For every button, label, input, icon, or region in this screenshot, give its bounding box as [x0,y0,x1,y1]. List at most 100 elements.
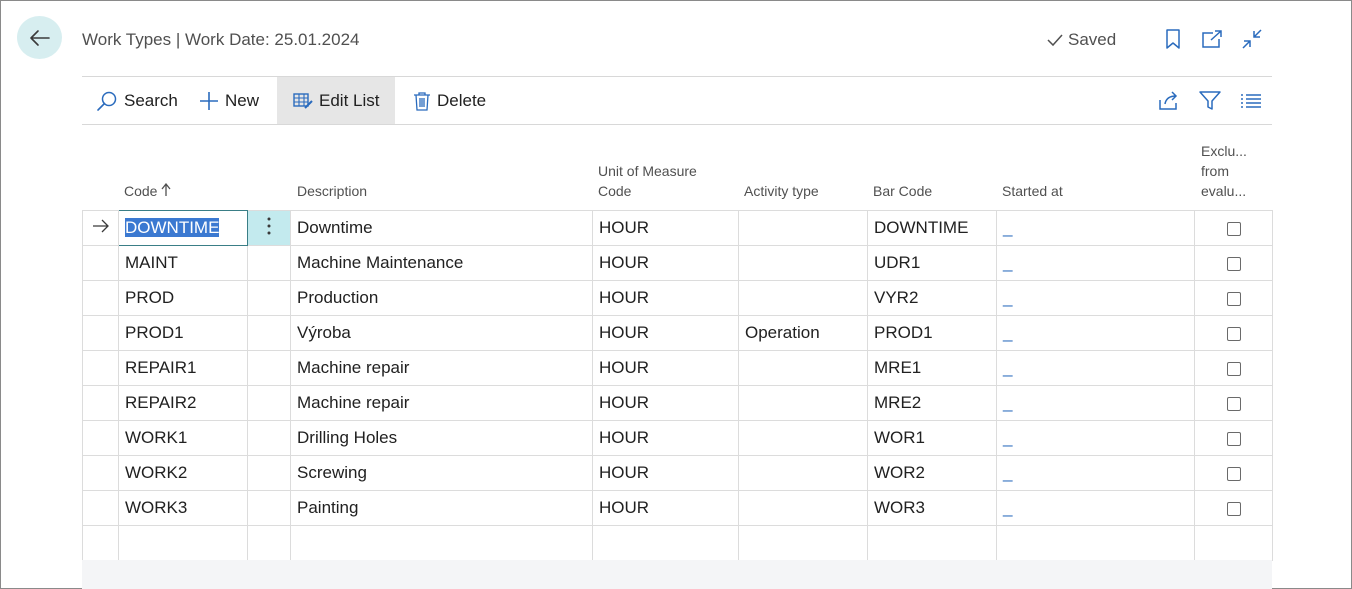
started-at-link[interactable]: _ [1003,498,1012,517]
description-cell[interactable]: Production [290,280,593,316]
started-at-link[interactable]: _ [1003,393,1012,412]
code-cell[interactable]: REPAIR1 [118,350,248,386]
row-selector[interactable] [82,280,119,316]
table-row[interactable]: DOWNTIME Downtime HOUR DOWNTIME _ [82,210,1273,246]
description-cell[interactable]: Machine repair [290,385,593,421]
table-row[interactable]: WORK3 Painting HOUR WOR3 _ [82,490,1273,526]
bar-code-cell[interactable]: PROD1 [867,315,997,351]
activity-type-cell[interactable] [738,210,868,246]
description-cell[interactable]: Painting [290,490,593,526]
bar-code-cell[interactable] [867,525,997,561]
delete-button[interactable]: Delete [413,77,493,124]
excluded-cell[interactable] [1194,245,1273,281]
table-row[interactable]: REPAIR1 Machine repair HOUR MRE1 _ [82,350,1273,386]
activity-type-cell[interactable] [738,280,868,316]
started-at-link[interactable]: _ [1003,428,1012,447]
row-menu-button[interactable] [247,350,291,386]
uom-cell[interactable]: HOUR [592,315,739,351]
uom-cell[interactable]: HOUR [592,420,739,456]
column-header-code[interactable]: Code [124,181,171,201]
uom-cell[interactable]: HOUR [592,455,739,491]
started-at-cell[interactable]: _ [996,385,1195,421]
row-menu-button[interactable] [247,525,291,561]
code-cell[interactable]: WORK1 [118,420,248,456]
bar-code-cell[interactable]: UDR1 [867,245,997,281]
excluded-cell[interactable] [1194,315,1273,351]
excluded-cell[interactable] [1194,385,1273,421]
bookmark-button[interactable] [1161,26,1185,52]
started-at-cell[interactable]: _ [996,420,1195,456]
started-at-cell[interactable]: _ [996,245,1195,281]
code-cell[interactable]: WORK2 [118,455,248,491]
excluded-checkbox[interactable] [1226,221,1241,236]
table-row[interactable]: PROD Production HOUR VYR2 _ [82,280,1273,316]
code-cell[interactable] [118,525,248,561]
started-at-link[interactable]: _ [1003,253,1012,272]
edit-list-button[interactable]: Edit List [277,77,395,124]
started-at-link[interactable]: _ [1003,288,1012,307]
uom-cell[interactable]: HOUR [592,210,739,246]
started-at-cell[interactable]: _ [996,490,1195,526]
uom-cell[interactable]: HOUR [592,280,739,316]
excluded-checkbox[interactable] [1226,361,1241,376]
excluded-cell[interactable] [1194,420,1273,456]
uom-cell[interactable]: HOUR [592,245,739,281]
excluded-cell[interactable] [1194,350,1273,386]
description-cell[interactable]: Downtime [290,210,593,246]
code-cell[interactable]: REPAIR2 [118,385,248,421]
code-cell[interactable]: PROD [118,280,248,316]
new-row[interactable] [82,525,1273,561]
table-row[interactable]: WORK1 Drilling Holes HOUR WOR1 _ [82,420,1273,456]
row-menu-button[interactable] [247,315,291,351]
column-header-bar-code[interactable]: Bar Code [873,181,932,201]
description-cell[interactable]: Výroba [290,315,593,351]
share-button[interactable] [1157,88,1181,114]
excluded-checkbox[interactable] [1226,501,1241,516]
excluded-cell[interactable] [1194,490,1273,526]
excluded-cell[interactable] [1194,455,1273,491]
row-menu-button[interactable] [247,385,291,421]
description-cell[interactable] [290,525,593,561]
code-cell[interactable]: MAINT [118,245,248,281]
column-header-started-at[interactable]: Started at [1002,181,1063,201]
bar-code-cell[interactable]: WOR2 [867,455,997,491]
table-row[interactable]: PROD1 Výroba HOUR Operation PROD1 _ [82,315,1273,351]
row-selector[interactable] [82,385,119,421]
row-menu-button[interactable] [247,455,291,491]
bar-code-cell[interactable]: WOR3 [867,490,997,526]
row-selector[interactable] [82,455,119,491]
row-selector[interactable] [82,245,119,281]
description-cell[interactable]: Screwing [290,455,593,491]
excluded-checkbox[interactable] [1226,466,1241,481]
column-header-activity-type[interactable]: Activity type [744,181,819,201]
new-button[interactable]: New [199,77,264,124]
description-cell[interactable]: Drilling Holes [290,420,593,456]
activity-type-cell[interactable] [738,420,868,456]
column-header-description[interactable]: Description [297,181,367,201]
activity-type-cell[interactable] [738,490,868,526]
open-new-window-button[interactable] [1200,26,1224,52]
description-cell[interactable]: Machine Maintenance [290,245,593,281]
description-cell[interactable]: Machine repair [290,350,593,386]
row-menu-button[interactable] [247,210,291,246]
search-button[interactable]: Search [96,77,181,124]
table-row[interactable]: MAINT Machine Maintenance HOUR UDR1 _ [82,245,1273,281]
collapse-button[interactable] [1240,26,1264,52]
bar-code-cell[interactable]: MRE1 [867,350,997,386]
list-view-button[interactable] [1239,88,1263,114]
row-selector[interactable] [82,210,119,246]
excluded-checkbox[interactable] [1226,291,1241,306]
activity-type-cell[interactable] [738,525,868,561]
row-menu-button[interactable] [247,420,291,456]
started-at-link[interactable]: _ [1003,463,1012,482]
started-at-cell[interactable]: _ [996,280,1195,316]
column-header-uom[interactable]: Unit of Measure Code [598,161,697,201]
row-selector[interactable] [82,525,119,561]
row-selector[interactable] [82,315,119,351]
uom-cell[interactable]: HOUR [592,490,739,526]
excluded-checkbox[interactable] [1226,256,1241,271]
started-at-cell[interactable]: _ [996,350,1195,386]
activity-type-cell[interactable]: Operation [738,315,868,351]
excluded-cell[interactable] [1194,280,1273,316]
bar-code-cell[interactable]: DOWNTIME [867,210,997,246]
